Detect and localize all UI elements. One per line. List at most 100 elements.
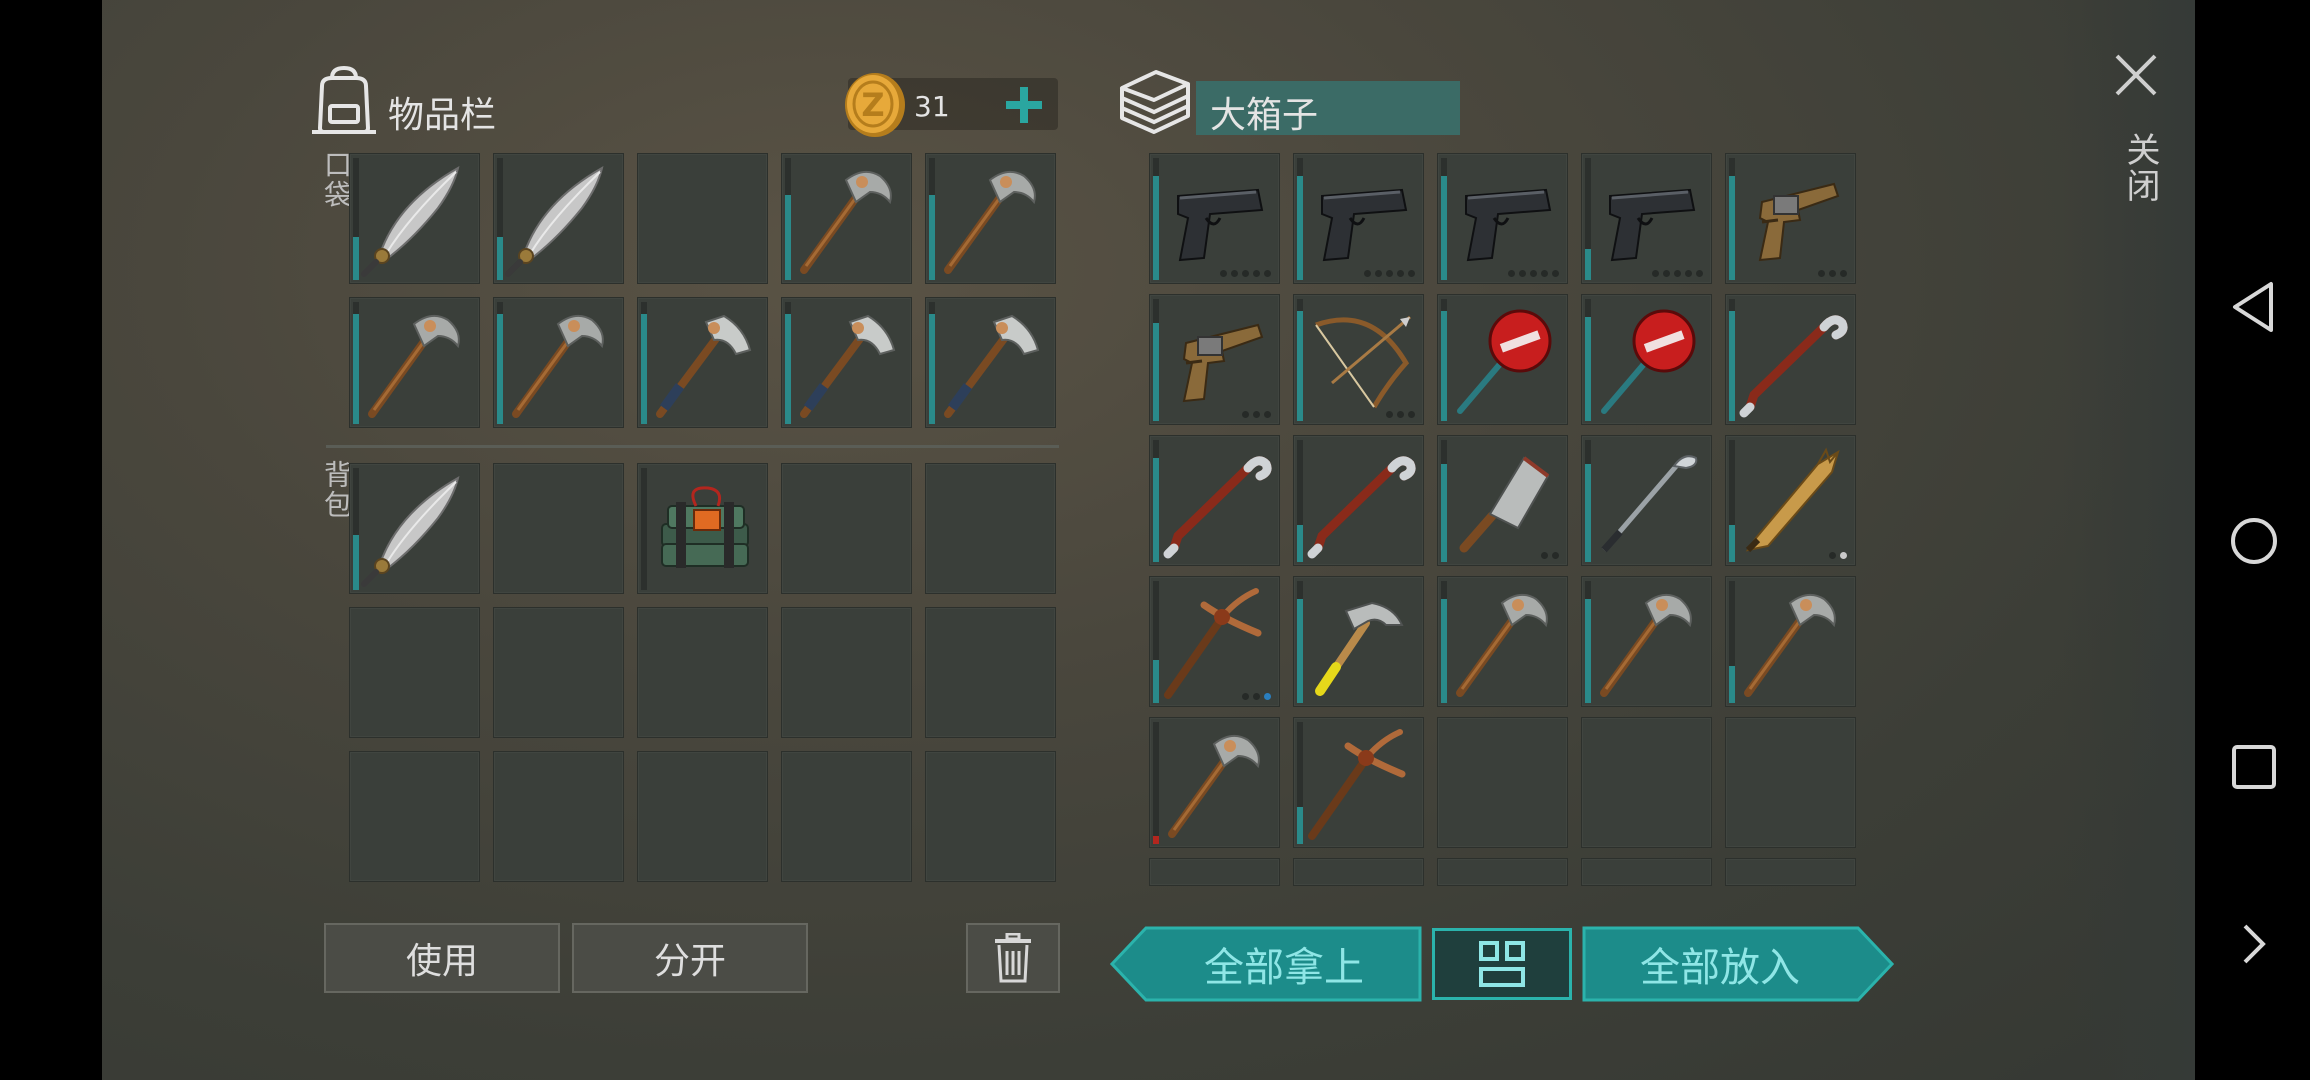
backpack-slot-6[interactable]	[493, 607, 624, 738]
chevron-right-icon[interactable]	[2239, 922, 2269, 966]
chest-slot-13[interactable]	[1581, 435, 1712, 566]
backpack-slot-7[interactable]	[637, 607, 768, 738]
add-coins-button[interactable]	[1003, 84, 1045, 126]
backpack-slot-10[interactable]	[349, 751, 480, 882]
backpack-icon	[312, 65, 376, 134]
chest-slot-18[interactable]	[1581, 576, 1712, 707]
upgrade-dot	[1663, 270, 1670, 277]
sort-button[interactable]	[1432, 928, 1572, 1000]
chest-slot-peek[interactable]	[1437, 858, 1568, 886]
recents-icon[interactable]	[2231, 744, 2277, 790]
chest-slot-7[interactable]	[1437, 294, 1568, 425]
backpack-slot-12[interactable]	[637, 751, 768, 882]
flare-gun-icon	[1182, 323, 1264, 403]
chest-slot-20[interactable]	[1149, 717, 1280, 848]
pocket-slot-7[interactable]	[637, 297, 768, 428]
flare-gun-icon	[1758, 182, 1840, 262]
pocket-slot-4[interactable]	[925, 153, 1056, 284]
backpack-slot-14[interactable]	[925, 751, 1056, 882]
backpack-slot-5[interactable]	[349, 607, 480, 738]
pickaxe-icon	[1456, 593, 1548, 697]
chest-slot-peek[interactable]	[1149, 858, 1280, 886]
home-icon[interactable]	[2229, 516, 2279, 566]
chest-slot-peek[interactable]	[1725, 858, 1856, 886]
chest-slot-15[interactable]	[1149, 576, 1280, 707]
trash-icon	[995, 933, 1031, 983]
upgrade-dots	[1220, 270, 1271, 277]
trash-button[interactable]	[966, 923, 1060, 993]
chest-slot-17[interactable]	[1437, 576, 1568, 707]
upgrade-dot	[1829, 552, 1836, 559]
upgrade-dot	[1397, 411, 1404, 418]
pocket-slot-5[interactable]	[349, 297, 480, 428]
pistol-icon	[1465, 188, 1552, 262]
upgrade-dot	[1541, 552, 1548, 559]
upgrade-dot	[1652, 270, 1659, 277]
system-nav-bar	[2195, 0, 2310, 1080]
crowbar-icon	[1163, 456, 1272, 559]
backpack-slot-9[interactable]	[925, 607, 1056, 738]
chest-slot-14[interactable]	[1725, 435, 1856, 566]
svg-text:Z: Z	[861, 86, 884, 124]
backpack-slot-0[interactable]	[349, 463, 480, 594]
machete-icon	[361, 476, 460, 587]
pickaxe-icon	[368, 314, 460, 418]
chest-slot-11[interactable]	[1293, 435, 1424, 566]
chest-slot-5[interactable]	[1149, 294, 1280, 425]
pocket-slot-6[interactable]	[493, 297, 624, 428]
backpack-slot-3[interactable]	[781, 463, 912, 594]
c4-explosive-icon	[661, 486, 749, 568]
section-divider	[326, 445, 1059, 448]
close-label[interactable]: 关闭	[2116, 132, 2165, 204]
chest-slot-3[interactable]	[1581, 153, 1712, 284]
close-icon[interactable]	[2113, 52, 2159, 98]
backpack-slot-8[interactable]	[781, 607, 912, 738]
back-icon[interactable]	[2231, 280, 2275, 334]
stop-sign-axe-icon	[1457, 309, 1552, 414]
coin-count: 31	[914, 90, 950, 123]
pocket-slot-3[interactable]	[781, 153, 912, 284]
chest-slot-8[interactable]	[1581, 294, 1712, 425]
pocket-slot-1[interactable]	[493, 153, 624, 284]
chest-slot-peek[interactable]	[1293, 858, 1424, 886]
take-all-label: 全部拿上	[1204, 945, 1364, 991]
chest-slot-24[interactable]	[1725, 717, 1856, 848]
chest-slot-1[interactable]	[1293, 153, 1424, 284]
chest-slot-4[interactable]	[1725, 153, 1856, 284]
backpack-slot-4[interactable]	[925, 463, 1056, 594]
split-button[interactable]: 分开	[572, 923, 808, 993]
chest-slot-23[interactable]	[1581, 717, 1712, 848]
hammer-icon	[1315, 601, 1404, 696]
upgrade-dot	[1408, 270, 1415, 277]
upgrade-dot	[1696, 270, 1703, 277]
chest-slot-0[interactable]	[1149, 153, 1280, 284]
hatchet-icon	[656, 314, 752, 418]
chest-slot-6[interactable]	[1293, 294, 1424, 425]
use-button[interactable]: 使用	[324, 923, 560, 993]
cleaver-icon	[1459, 456, 1550, 553]
chest-slot-19[interactable]	[1725, 576, 1856, 707]
pocket-slot-8[interactable]	[781, 297, 912, 428]
put-all-button[interactable]: 全部放入	[1582, 926, 1858, 1002]
take-all-button[interactable]: 全部拿上	[1146, 926, 1422, 1002]
chest-slot-22[interactable]	[1437, 717, 1568, 848]
chest-slot-21[interactable]	[1293, 717, 1424, 848]
chest-slot-10[interactable]	[1149, 435, 1280, 566]
pocket-slot-0[interactable]	[349, 153, 480, 284]
backpack-slot-11[interactable]	[493, 751, 624, 882]
broken-bat-icon	[1745, 447, 1840, 553]
machete-icon	[361, 166, 460, 277]
pocket-slot-2[interactable]	[637, 153, 768, 284]
chest-slot-16[interactable]	[1293, 576, 1424, 707]
chest-slot-9[interactable]	[1725, 294, 1856, 425]
chest-slot-12[interactable]	[1437, 435, 1568, 566]
upgrade-dot	[1386, 270, 1393, 277]
backpack-slot-13[interactable]	[781, 751, 912, 882]
backpack-slot-1[interactable]	[493, 463, 624, 594]
upgrade-dot	[1264, 270, 1271, 277]
chest-slot-2[interactable]	[1437, 153, 1568, 284]
chest-slot-peek[interactable]	[1581, 858, 1712, 886]
crowbar-icon	[1739, 315, 1848, 418]
pocket-slot-9[interactable]	[925, 297, 1056, 428]
backpack-slot-2[interactable]	[637, 463, 768, 594]
